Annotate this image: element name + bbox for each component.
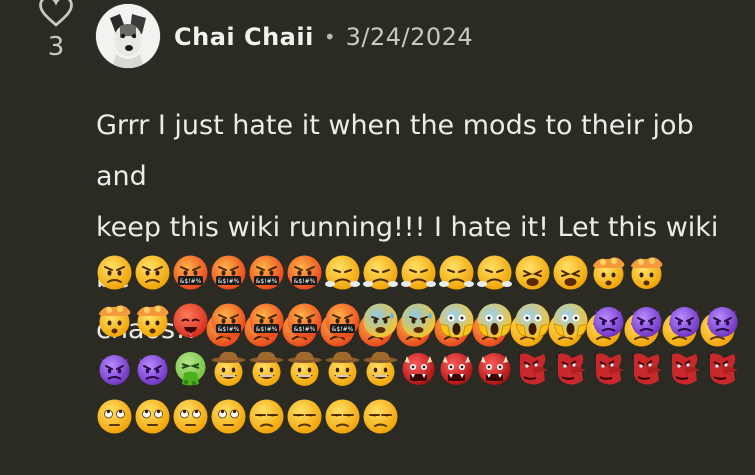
triumph-emoji-icon [362, 254, 399, 291]
avatar[interactable] [96, 4, 160, 68]
cowboy-emoji-icon [248, 350, 285, 387]
dog-avatar-icon [96, 4, 160, 68]
goblin-emoji-icon [628, 350, 665, 387]
goblin-emoji-icon [704, 350, 741, 387]
imp-emoji-icon [704, 302, 741, 339]
svg-text:&$!#%: &$!#% [218, 326, 240, 333]
scream-emoji-icon [476, 302, 513, 339]
emoji-row [96, 344, 741, 392]
meta-separator: • [323, 25, 336, 49]
svg-text:&$!#%: &$!#% [256, 278, 278, 285]
svg-text:&$!#%: &$!#% [180, 278, 202, 285]
like-count: 3 [47, 32, 65, 62]
angry-yellow-emoji-icon [134, 254, 171, 291]
exploding-emoji-icon [628, 254, 665, 291]
triumph-emoji-icon [476, 254, 513, 291]
scream-emoji-icon [552, 302, 589, 339]
svg-text:&$!#%: &$!#% [294, 278, 316, 285]
triumph-emoji-icon [400, 254, 437, 291]
imp-emoji-icon [590, 302, 627, 339]
cursing-emoji-icon: &$!#% [248, 254, 285, 291]
eyeroll-emoji-icon [172, 398, 209, 435]
eyeroll-emoji-icon [96, 398, 133, 435]
angry-yellow-emoji-icon [96, 254, 133, 291]
hot-emoji-icon [172, 302, 209, 339]
imp-emoji-icon [666, 302, 703, 339]
triumph-emoji-icon [438, 254, 475, 291]
goblin-emoji-icon [552, 350, 589, 387]
ogre-emoji-icon [400, 350, 437, 387]
vomit-emoji-icon [172, 350, 209, 387]
tired-emoji-icon [514, 254, 551, 291]
svg-text:&$!#%: &$!#% [218, 278, 240, 285]
unamused-emoji-icon [362, 398, 399, 435]
cowboy-emoji-icon [286, 350, 323, 387]
imp-emoji-icon [134, 350, 171, 387]
cowboy-emoji-icon [210, 350, 247, 387]
unamused-emoji-icon [286, 398, 323, 435]
triumph-emoji-icon [324, 254, 361, 291]
goblin-emoji-icon [590, 350, 627, 387]
cursing-emoji-icon: &$!#% [172, 254, 209, 291]
unamused-emoji-icon [324, 398, 361, 435]
cursing-emoji-icon: &$!#% [210, 302, 247, 339]
cowboy-emoji-icon [362, 350, 399, 387]
comment-text-line: Grrr I just hate it when the mods to the… [96, 110, 694, 192]
imp-emoji-icon [96, 350, 133, 387]
sweat-emoji-icon [400, 302, 437, 339]
comment-date: 3/24/2024 [345, 23, 474, 51]
imp-emoji-icon [628, 302, 665, 339]
cowboy-emoji-icon [324, 350, 361, 387]
heart-icon[interactable] [37, 0, 75, 28]
goblin-emoji-icon [514, 350, 551, 387]
svg-text:&$!#%: &$!#% [256, 326, 278, 333]
cursing-emoji-icon: &$!#% [286, 302, 323, 339]
exploding-emoji-icon [590, 254, 627, 291]
exploding-emoji-icon [96, 302, 133, 339]
like-column: 3 [36, 0, 76, 62]
scream-emoji-icon [438, 302, 475, 339]
emoji-rows: &$!#% &$!#% &$!#% &$!#% &$!#% &$!#% &$!#% &$!#… [96, 248, 741, 440]
goblin-emoji-icon [666, 350, 703, 387]
cursing-emoji-icon: &$!#% [210, 254, 247, 291]
comment-meta: Chai Chaii • 3/24/2024 [174, 20, 473, 54]
weary-emoji-icon [552, 254, 589, 291]
cursing-emoji-icon: &$!#% [248, 302, 285, 339]
eyeroll-emoji-icon [134, 398, 171, 435]
exploding-emoji-icon [134, 302, 171, 339]
author-name[interactable]: Chai Chaii [174, 20, 314, 54]
sweat-emoji-icon [362, 302, 399, 339]
cursing-emoji-icon: &$!#% [324, 302, 361, 339]
emoji-row: &$!#% &$!#% &$!#% &$!#% [96, 296, 741, 344]
svg-text:&$!#%: &$!#% [294, 326, 316, 333]
eyeroll-emoji-icon [210, 398, 247, 435]
cursing-emoji-icon: &$!#% [286, 254, 323, 291]
emoji-row: &$!#% &$!#% &$!#% &$!#% [96, 248, 741, 296]
ogre-emoji-icon [438, 350, 475, 387]
unamused-emoji-icon [248, 398, 285, 435]
svg-text:&$!#%: &$!#% [332, 326, 354, 333]
ogre-emoji-icon [476, 350, 513, 387]
emoji-row [96, 392, 741, 440]
scream-emoji-icon [514, 302, 551, 339]
